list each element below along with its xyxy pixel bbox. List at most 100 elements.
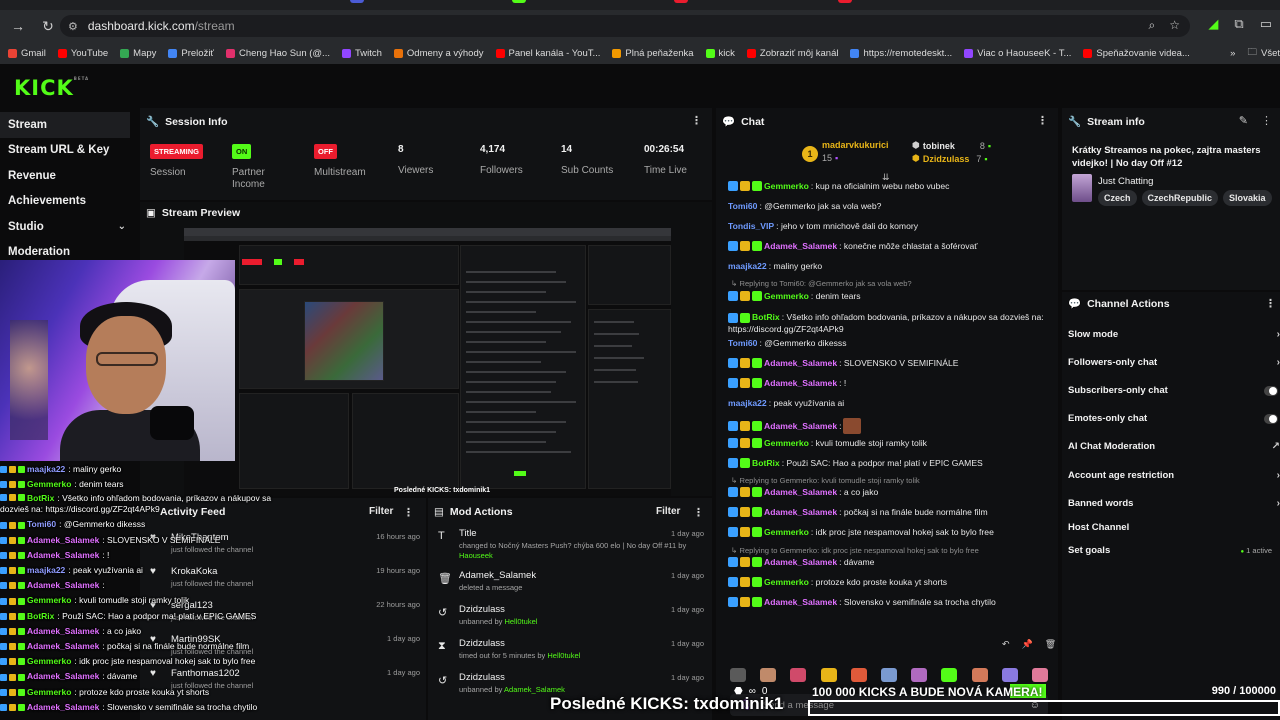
more-options-icon[interactable]: ⋮	[691, 114, 702, 127]
stream-tag[interactable]: CzechRepublic	[1141, 190, 1219, 206]
bookmark-item[interactable]: Odmeny a výhody	[393, 48, 484, 59]
activity-filter-button[interactable]: Filter	[369, 506, 393, 517]
chat-username[interactable]: Tondis_VIP	[728, 221, 774, 231]
chat-message[interactable]: maajka22: peak využívania ai	[728, 398, 1054, 408]
emote-icon[interactable]	[880, 668, 897, 682]
chat-message[interactable]: Adamek_Salamek: a co jako	[728, 487, 1054, 497]
sidebar-item-achievements[interactable]: Achievements	[0, 189, 138, 215]
emote-icon[interactable]	[1031, 668, 1048, 682]
stream-preview-video[interactable]: Posledné KICKS: txdominik1	[184, 228, 671, 496]
bookmark-item[interactable]: Speňažovanie videa...	[1083, 48, 1190, 59]
chat-username[interactable]: Adamek_Salamek	[764, 597, 837, 607]
emote-icon[interactable]	[790, 668, 807, 682]
extensions-icon[interactable]: ⧉	[1234, 16, 1243, 32]
chat-message[interactable]: Tomi60: @Gemmerko dikesss	[728, 338, 1054, 348]
bookmark-item[interactable]: Preložiť	[168, 48, 214, 59]
mod-action-row[interactable]: ⧗ Dzidzulass timed out for 5 minutes by He…	[438, 638, 704, 670]
channel-action-host-channel[interactable]: Host Channel	[1068, 522, 1280, 533]
mod-action-actor[interactable]: Adamek_Salamek	[504, 685, 565, 694]
chat-username[interactable]: BotRix	[752, 312, 780, 322]
external-link-icon[interactable]: ↗	[1272, 441, 1280, 452]
sidebar-item-stream-url-key[interactable]: Stream URL & Key	[0, 138, 138, 164]
mod-action-actor[interactable]: Hell0tukel	[504, 617, 537, 626]
chat-message[interactable]: BotRix: Použi SAC: Hao a podpor ma! plat…	[728, 458, 1054, 468]
chat-username[interactable]: Adamek_Salamek	[764, 557, 837, 567]
mod-action-actor[interactable]: Haouseek	[459, 551, 493, 560]
emote-icon[interactable]	[971, 668, 988, 682]
chat-username[interactable]: Gemmerko	[764, 527, 809, 537]
pin-icon[interactable]: 📌	[1022, 639, 1033, 650]
leader-user[interactable]: Dzidzulass	[923, 154, 970, 164]
tab-indicator[interactable]	[512, 0, 526, 3]
chat-message[interactable]: Gemmerko: denim tears	[728, 291, 1054, 301]
chat-username[interactable]: Adamek_Salamek	[764, 487, 837, 497]
emote-icon[interactable]	[941, 668, 958, 682]
mod-action-target[interactable]: Dzidzulass	[459, 672, 505, 683]
mod-action-target[interactable]: Title	[459, 528, 477, 539]
kick-logo[interactable]: KICKBETA	[14, 76, 89, 100]
bookmark-item[interactable]: YouTube	[57, 48, 108, 59]
chat-username[interactable]: Adamek_Salamek	[764, 241, 837, 251]
more-options-icon[interactable]: ⋮	[1037, 114, 1048, 127]
chat-message[interactable]: Gemmerko: protoze kdo proste kouka yt sh…	[728, 577, 1054, 587]
other-bookmarks[interactable]: 🗀 Všet	[1247, 45, 1280, 61]
chat-message[interactable]: Adamek_Salamek: dávame	[728, 557, 1054, 567]
channel-action-subscribers-only-chat[interactable]: Subscribers-only chat	[1068, 385, 1280, 396]
chat-username[interactable]: maajka22	[728, 398, 767, 408]
chat-message[interactable]: Adamek_Salamek: !	[728, 378, 1054, 388]
tab-indicator[interactable]	[838, 0, 852, 3]
mod-action-row[interactable]: T Title changed to Nočný Masters Push? chý…	[438, 528, 704, 560]
emote-icon[interactable]	[820, 668, 837, 682]
chat-username[interactable]: Tomi60	[728, 201, 757, 211]
chat-message[interactable]: Gemmerko: kup na oficialnim webu nebo vu…	[728, 181, 1054, 191]
emote-icon[interactable]	[760, 668, 777, 682]
chat-message[interactable]: maajka22: maliny gerko	[728, 261, 1054, 271]
mod-action-row[interactable]: 🗑 Adamek_Salamek deleted a message 1 day ag…	[438, 570, 704, 602]
emote-icon[interactable]	[911, 668, 928, 682]
chevron-right-icon[interactable]: ›	[1277, 357, 1280, 368]
bookmark-item[interactable]: Mapy	[120, 48, 156, 59]
channel-action-followers-only-chat[interactable]: Followers-only chat ›	[1068, 357, 1280, 368]
chat-username[interactable]: Adamek_Salamek	[764, 378, 837, 388]
chat-username[interactable]: BotRix	[752, 458, 780, 468]
tab-indicator[interactable]	[350, 0, 364, 3]
mod-action-row[interactable]: ↺ Dzidzulass unbanned by Hell0tukel 1 day a…	[438, 604, 704, 636]
chat-message[interactable]: Adamek_Salamek: počkaj si na finále bude…	[728, 507, 1054, 517]
delete-icon[interactable]: 🗑	[1045, 639, 1056, 650]
sidebar-item-revenue[interactable]: Revenue	[0, 163, 138, 189]
chat-message[interactable]: Adamek_Salamek: Slovensko v semifinále s…	[728, 597, 1054, 607]
channel-action-account-age-restriction[interactable]: Account age restriction ›	[1068, 470, 1280, 481]
chat-message[interactable]: Adamek_Salamek:	[728, 418, 1054, 434]
toggle-switch[interactable]	[1264, 414, 1278, 424]
sidebar-item-studio[interactable]: Studio ⌄	[0, 214, 138, 240]
mod-action-actor[interactable]: Hell0tukel	[547, 651, 580, 660]
reload-icon[interactable]: ↻	[36, 14, 60, 38]
address-bar[interactable]: ⚙ dashboard.kick.com/stream ⌕ ☆	[60, 15, 1190, 37]
forward-icon[interactable]: →	[6, 14, 30, 38]
chat-message[interactable]: Adamek_Salamek: SLOVENSKO V SEMIFINÁLE	[728, 358, 1054, 368]
chat-username[interactable]: maajka22	[728, 261, 767, 271]
zoom-icon[interactable]: ⌕	[1149, 18, 1156, 33]
channel-action-banned-words[interactable]: Banned words ›	[1068, 498, 1280, 509]
leader-user[interactable]: madarvkukurici	[822, 140, 889, 150]
chat-message[interactable]: Gemmerko: idk proc jste nespamoval hokej…	[728, 527, 1054, 537]
chat-username[interactable]: Adamek_Salamek	[764, 421, 837, 431]
bookmark-item[interactable]: Viac o HaouseeK - T...	[964, 48, 1071, 59]
channel-action-set-goals[interactable]: Set goals 1 active	[1068, 545, 1280, 556]
more-options-icon[interactable]: ⋮	[693, 506, 704, 519]
more-options-icon[interactable]: ⋮	[1265, 297, 1276, 310]
stream-category[interactable]: Just Chatting	[1098, 176, 1153, 187]
chevron-right-icon[interactable]: ›	[1277, 470, 1280, 481]
chat-username[interactable]: Gemmerko	[764, 438, 809, 448]
chevron-right-icon[interactable]: ›	[1277, 498, 1280, 509]
emote-icon[interactable]	[730, 668, 746, 682]
mod-filter-button[interactable]: Filter	[656, 506, 680, 517]
bookmark-item[interactable]: Gmail	[8, 48, 46, 59]
bookmark-item[interactable]: Cheng Hao Sun (@...	[226, 48, 330, 59]
channel-action-ai-chat-moderation[interactable]: AI Chat Moderation ↗	[1068, 441, 1280, 452]
bookmark-item[interactable]: Zobraziť môj kanál	[746, 48, 838, 59]
stream-tag[interactable]: Czech	[1098, 190, 1137, 206]
chevron-right-icon[interactable]: ›	[1277, 329, 1280, 340]
mod-action-target[interactable]: Adamek_Salamek	[459, 570, 536, 581]
bookmark-item[interactable]: https://remotedeskt...	[850, 48, 952, 59]
